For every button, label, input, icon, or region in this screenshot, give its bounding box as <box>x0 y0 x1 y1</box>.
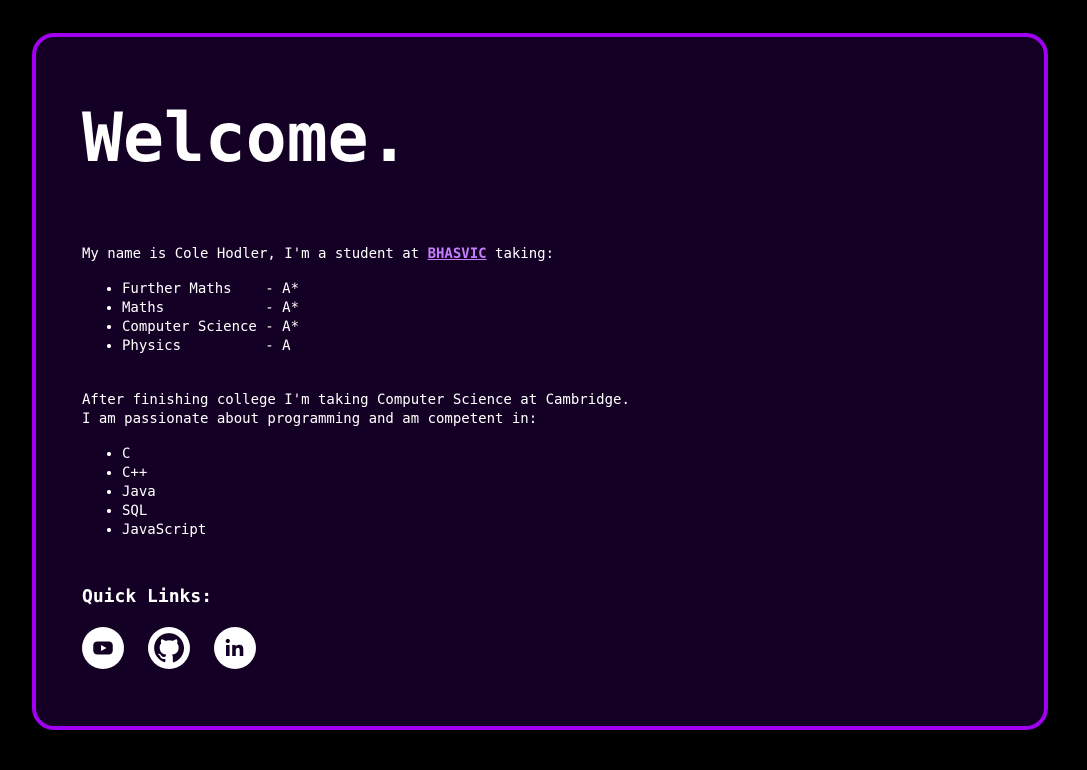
list-item: SQL <box>122 502 998 521</box>
quick-links-heading: Quick Links: <box>82 586 213 607</box>
list-item: C <box>122 445 998 464</box>
intro-after-link: taking: <box>486 246 555 262</box>
intro-before-link: My name is Cole Hodler, I'm a student at <box>82 246 428 262</box>
list-item: JavaScript <box>122 521 998 540</box>
list-item: Maths - A* <box>122 299 998 318</box>
bhasvic-link[interactable]: BHASVIC <box>428 246 487 262</box>
list-item: Physics - A <box>122 337 998 356</box>
intro-text: My name is Cole Hodler, I'm a student at… <box>82 245 998 264</box>
linkedin-icon[interactable] <box>214 627 256 669</box>
page-title: Welcome. <box>82 99 410 178</box>
list-item: C++ <box>122 464 998 483</box>
subjects-list: Further Maths - A* Maths - A* Computer S… <box>82 280 998 356</box>
youtube-icon[interactable] <box>82 627 124 669</box>
quick-links-icons <box>82 627 998 669</box>
list-item: Further Maths - A* <box>122 280 998 299</box>
list-item: Computer Science - A* <box>122 318 998 337</box>
about-line-2: I am passionate about programming and am… <box>82 411 538 427</box>
list-item: Java <box>122 483 998 502</box>
github-icon[interactable] <box>148 627 190 669</box>
about-text: After finishing college I'm taking Compu… <box>82 391 998 429</box>
languages-list: C C++ Java SQL JavaScript <box>82 445 998 540</box>
about-line-1: After finishing college I'm taking Compu… <box>82 392 630 408</box>
welcome-card: Welcome. My name is Cole Hodler, I'm a s… <box>32 33 1048 730</box>
